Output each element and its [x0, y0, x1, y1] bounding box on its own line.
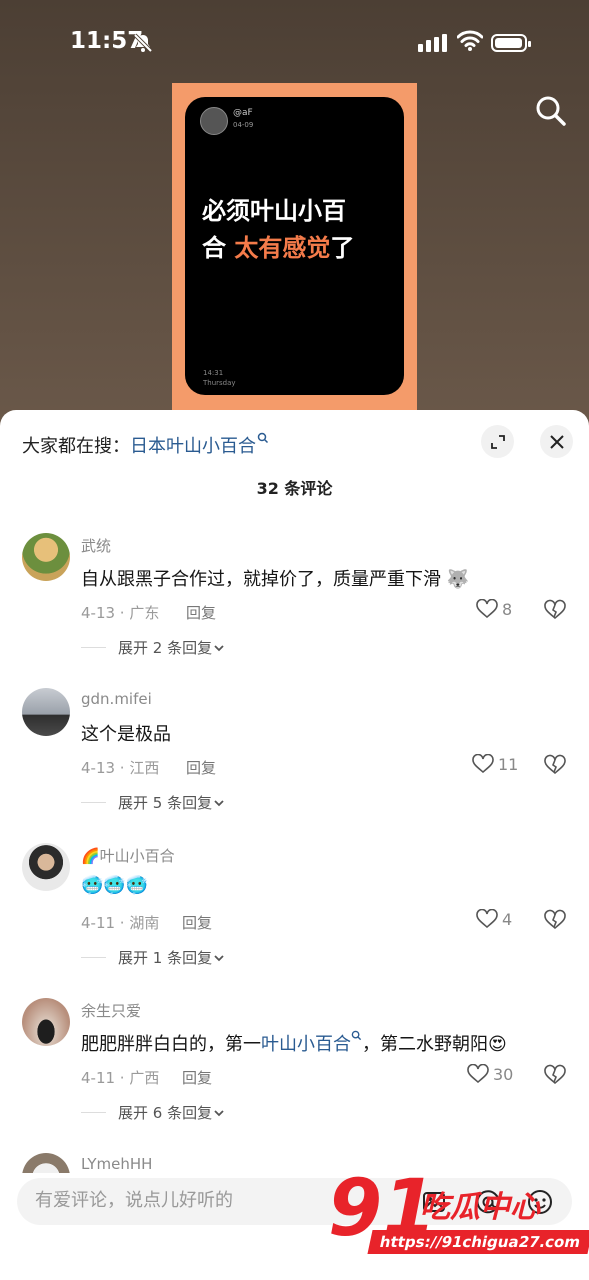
reply-button[interactable]: 回复 [182, 1067, 212, 1088]
watermark-cn: 吃瓜中心 [420, 1190, 540, 1225]
comment-item: LYmehHH [0, 1153, 589, 1173]
broken-heart-icon[interactable] [543, 754, 567, 776]
signal-icon [418, 34, 447, 52]
avatar[interactable] [22, 688, 70, 736]
comment-item: 武统 自从跟黑子合作过，就掉价了，质量严重下滑 🐺 4-13 · 广东 回复 8… [0, 533, 589, 683]
search-icon [351, 1030, 362, 1041]
comment-text: 这个是极品 [81, 724, 171, 745]
comment-count: 32 条评论 [256, 479, 333, 498]
close-button[interactable] [540, 425, 573, 458]
comment-username[interactable]: gdn.mifei [81, 690, 152, 708]
reply-button[interactable]: 回复 [186, 757, 216, 778]
expand-button[interactable] [481, 425, 514, 458]
avatar[interactable] [22, 843, 70, 891]
video-phone-time: 14:31 Thursday [203, 369, 236, 387]
comment-meta: 4-11 · 湖南 [81, 914, 160, 932]
like-button[interactable]: 4 [476, 909, 512, 929]
broken-heart-icon[interactable] [543, 599, 567, 621]
comment-search-link[interactable]: 叶山小百合 [261, 1034, 351, 1055]
heart-eyes-emoji: 😍 [488, 1034, 507, 1055]
search-icon [257, 432, 269, 444]
comment-item: 🌈叶山小百合 🥶🥶🥶 4-11 · 湖南 回复 4 展开 1 条回复 [0, 843, 589, 993]
video-headline: 必须叶山小百 合 太有感觉了 [202, 197, 355, 262]
reply-button[interactable]: 回复 [182, 912, 212, 933]
search-icon[interactable] [535, 95, 567, 127]
broken-heart-icon[interactable] [543, 1064, 567, 1086]
heart-icon [467, 1064, 489, 1084]
comment-meta: 4-11 · 广西 [81, 1069, 160, 1087]
expand-replies[interactable]: 展开 6 条回复 [81, 1102, 226, 1123]
video-date: 04-09 [233, 121, 254, 129]
comment-meta: 4-13 · 广东 [81, 604, 160, 622]
comment-input[interactable] [33, 1189, 317, 1212]
comment-username[interactable]: 🌈叶山小百合 [81, 845, 175, 866]
comment-item: 余生只爱 肥肥胖胖白白的，第一叶山小百合 ，第二水野朝阳😍 4-11 · 广西 回… [0, 998, 589, 1148]
expand-replies[interactable]: 展开 5 条回复 [81, 792, 226, 813]
comment-text: 自从跟黑子合作过，就掉价了，质量严重下滑 🐺 [81, 569, 470, 590]
heart-icon [476, 909, 498, 929]
comment-sheet: 大家都在搜：日本叶山小百合 32 条评论 武统 自从跟黑子合作过，就掉价了，质量… [0, 410, 589, 1280]
broken-heart-icon[interactable] [543, 909, 567, 931]
heart-icon [476, 599, 498, 619]
battery-icon [491, 34, 531, 52]
chevron-down-icon [214, 644, 224, 651]
expand-replies[interactable]: 展开 2 条回复 [81, 637, 226, 658]
reply-button[interactable]: 回复 [186, 602, 216, 623]
expand-icon [490, 434, 505, 449]
wifi-icon [457, 30, 483, 51]
chevron-down-icon [214, 1109, 224, 1116]
comment-username[interactable]: LYmehHH [81, 1155, 152, 1173]
chevron-down-icon [214, 954, 224, 961]
like-button[interactable]: 8 [476, 599, 512, 619]
video-author-name: @aF [233, 108, 253, 118]
video-phone-screenshot: @aF 04-09 必须叶山小百 合 太有感觉了 😂😂😂 14:31 Thursd… [185, 97, 404, 395]
video-author-avatar [200, 107, 228, 135]
expand-replies[interactable]: 展开 1 条回复 [81, 947, 226, 968]
avatar[interactable] [22, 533, 70, 581]
comment-item: gdn.mifei 这个是极品 4-13 · 江西 回复 11 展开 5 条回复 [0, 688, 589, 838]
chevron-down-icon [214, 799, 224, 806]
like-button[interactable]: 11 [472, 754, 518, 774]
hot-search[interactable]: 大家都在搜：日本叶山小百合 [22, 432, 269, 458]
watermark-url: https://91chigua27.com [367, 1230, 589, 1254]
comment-text: 🥶🥶🥶 [81, 875, 149, 896]
video-emojis: 😂😂😂 [202, 275, 272, 296]
like-button[interactable]: 30 [467, 1064, 513, 1084]
comment-meta: 4-13 · 江西 [81, 759, 160, 777]
heart-icon [472, 754, 494, 774]
hot-search-term[interactable]: 日本叶山小百合 [130, 436, 256, 457]
avatar[interactable] [22, 998, 70, 1046]
wolf-emoji: 🐺 [446, 569, 470, 590]
comment-username[interactable]: 余生只爱 [81, 1000, 141, 1021]
avatar[interactable] [22, 1153, 70, 1173]
watermark-logo: 91 吃瓜中心 https://91chigua27.com [328, 1164, 589, 1272]
comment-text: 肥肥胖胖白白的，第一叶山小百合 ，第二水野朝阳😍 [81, 1030, 507, 1056]
close-icon [549, 434, 564, 449]
comment-username[interactable]: 武统 [81, 535, 111, 556]
bell-slash-icon [133, 33, 153, 53]
